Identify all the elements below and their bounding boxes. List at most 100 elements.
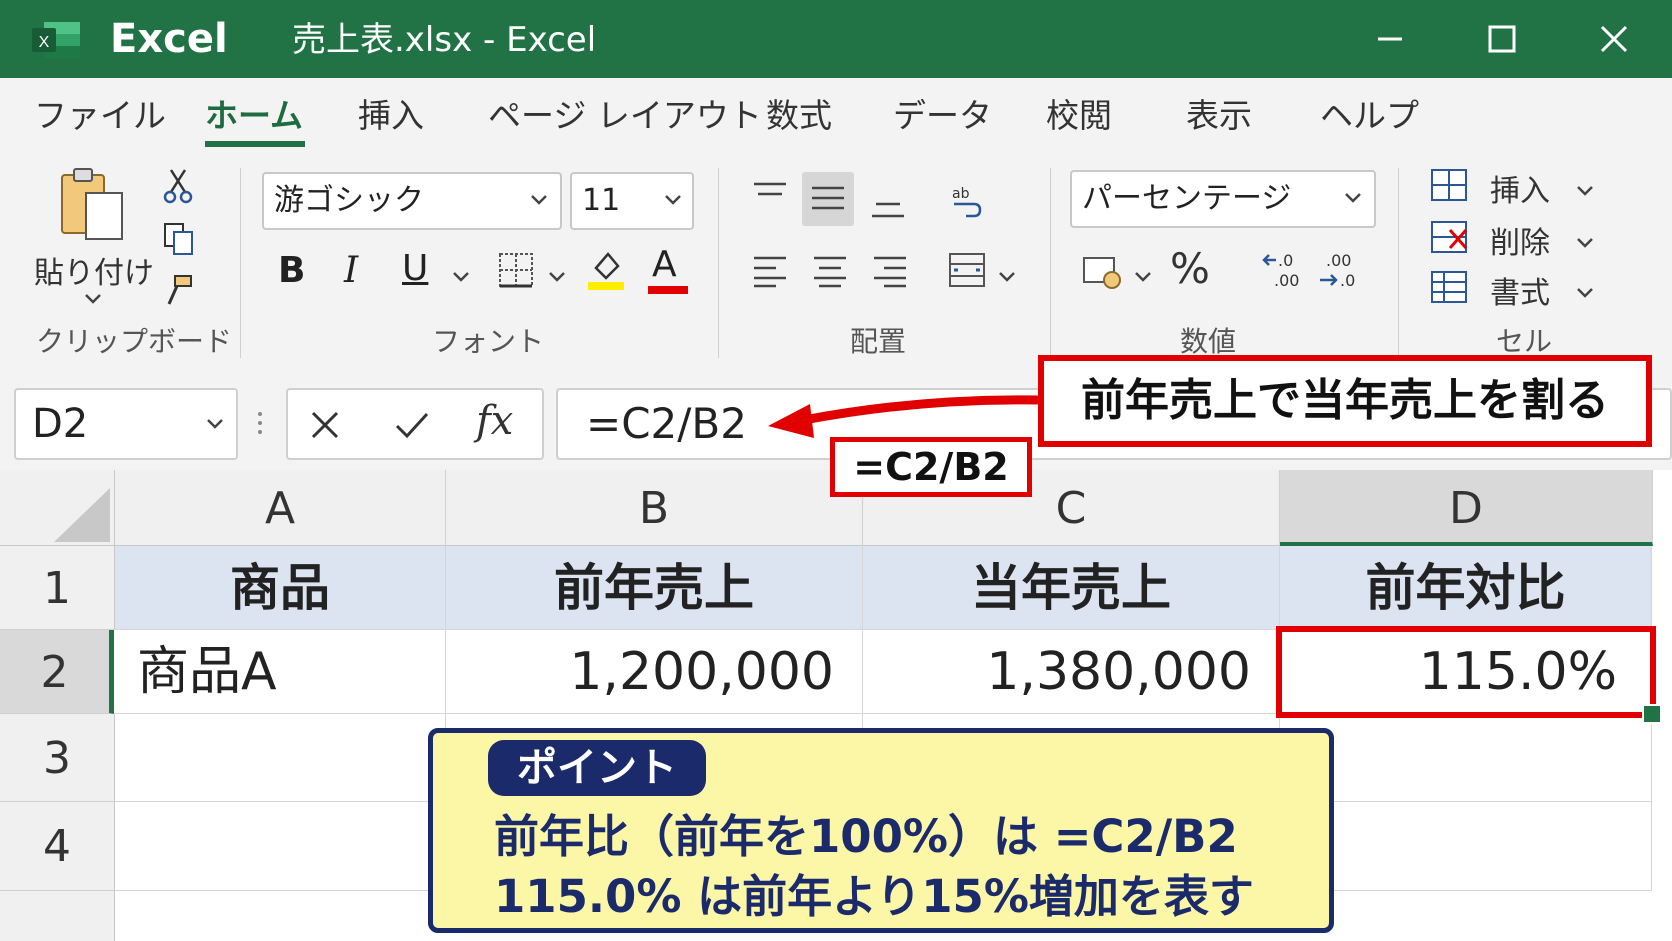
cut-icon[interactable] bbox=[163, 168, 193, 208]
insert-cells-label[interactable]: 挿入 bbox=[1490, 166, 1550, 210]
format-cells-label[interactable]: 書式 bbox=[1490, 268, 1550, 312]
align-bottom-icon[interactable] bbox=[870, 192, 906, 226]
align-middle-button[interactable] bbox=[802, 172, 854, 226]
row-header-4[interactable]: 4 bbox=[0, 802, 115, 891]
decrease-decimal-icon[interactable]: .00.0 bbox=[1318, 248, 1360, 296]
name-box[interactable]: D2 bbox=[14, 388, 238, 460]
insert-cells-icon[interactable] bbox=[1430, 166, 1470, 208]
copy-icon[interactable] bbox=[163, 222, 195, 260]
align-middle-icon bbox=[812, 186, 844, 210]
select-all-corner[interactable] bbox=[0, 470, 115, 546]
column-header-d[interactable]: D bbox=[1280, 470, 1653, 546]
selected-cell-highlight bbox=[1276, 626, 1656, 718]
cell-c1[interactable]: 当年売上 bbox=[863, 546, 1280, 630]
delete-cells-label[interactable]: 削除 bbox=[1490, 218, 1550, 262]
cell-a2[interactable]: 商品A bbox=[115, 630, 446, 714]
logo-letter: X bbox=[39, 34, 50, 51]
row-header-3[interactable]: 3 bbox=[0, 714, 115, 802]
cell-b1[interactable]: 前年売上 bbox=[446, 546, 863, 630]
minimize-button[interactable] bbox=[1350, 10, 1430, 68]
cell-d4[interactable] bbox=[1280, 802, 1652, 891]
tab-help[interactable]: ヘルプ bbox=[1320, 78, 1419, 150]
maximize-button[interactable] bbox=[1462, 10, 1542, 68]
align-top-icon[interactable] bbox=[752, 180, 788, 214]
tab-view[interactable]: 表示 bbox=[1186, 78, 1252, 150]
delete-cells-icon[interactable] bbox=[1430, 218, 1470, 260]
format-dropdown-chevron-icon[interactable] bbox=[1576, 284, 1594, 303]
borders-icon[interactable] bbox=[498, 252, 534, 292]
font-color-button[interactable]: A bbox=[652, 244, 677, 285]
svg-text:ab: ab bbox=[952, 186, 970, 202]
tab-data[interactable]: データ bbox=[893, 78, 992, 150]
confirm-entry-icon[interactable] bbox=[394, 410, 430, 440]
fill-color-icon[interactable] bbox=[586, 246, 626, 296]
borders-dropdown-chevron-icon[interactable] bbox=[548, 268, 566, 287]
merge-center-icon[interactable] bbox=[948, 252, 988, 292]
italic-button[interactable]: I bbox=[344, 250, 358, 291]
cell-a3[interactable] bbox=[115, 714, 446, 802]
font-color-swatch bbox=[648, 286, 688, 294]
point-line-1: 前年比（前年を100%）は =C2/B2 bbox=[494, 810, 1238, 863]
menu-bar: ファイル ホーム 挿入 ページ レイアウト 数式 データ 校閲 表示 ヘルプ bbox=[0, 78, 1672, 150]
document-title: 売上表.xlsx - Excel bbox=[292, 20, 597, 60]
point-line-2: 115.0% は前年より15%増加を表す bbox=[494, 870, 1254, 923]
svg-text:.00: .00 bbox=[1274, 271, 1299, 290]
close-button[interactable] bbox=[1574, 10, 1654, 68]
cell-d3[interactable] bbox=[1280, 714, 1652, 802]
cancel-entry-icon[interactable] bbox=[310, 410, 340, 440]
app-name: Excel bbox=[110, 16, 228, 62]
accounting-dropdown-chevron-icon[interactable] bbox=[1134, 268, 1152, 287]
font-size-dropdown[interactable]: 11 bbox=[570, 172, 694, 230]
merge-dropdown-chevron-icon[interactable] bbox=[998, 268, 1016, 287]
align-left-icon[interactable] bbox=[752, 254, 788, 292]
name-box-value: D2 bbox=[32, 401, 89, 447]
accounting-format-icon[interactable] bbox=[1082, 254, 1124, 294]
tab-formulas[interactable]: 数式 bbox=[766, 78, 832, 150]
align-right-icon[interactable] bbox=[872, 254, 908, 292]
fill-handle[interactable] bbox=[1642, 704, 1662, 724]
paste-label[interactable]: 貼り付け bbox=[34, 248, 154, 292]
formula-label: =C2/B2 bbox=[830, 437, 1032, 497]
delete-dropdown-chevron-icon[interactable] bbox=[1576, 234, 1594, 253]
tab-insert[interactable]: 挿入 bbox=[358, 78, 424, 150]
chevron-down-icon bbox=[665, 195, 681, 205]
chevron-down-icon bbox=[207, 419, 223, 429]
tab-home[interactable]: ホーム bbox=[205, 78, 303, 150]
font-name-value: 游ゴシック bbox=[274, 183, 424, 218]
tab-review[interactable]: 校閲 bbox=[1046, 78, 1112, 150]
cell-a1[interactable]: 商品 bbox=[115, 546, 446, 630]
font-name-dropdown[interactable]: 游ゴシック bbox=[262, 172, 562, 230]
underline-dropdown-chevron-icon[interactable] bbox=[452, 268, 470, 287]
tab-page-layout[interactable]: ページ レイアウト bbox=[488, 78, 762, 150]
chevron-down-icon bbox=[1345, 193, 1361, 203]
paste-dropdown-chevron-icon[interactable] bbox=[84, 290, 102, 309]
point-badge: ポイント bbox=[488, 740, 706, 796]
font-group-label: フォント bbox=[432, 325, 545, 358]
row-header-1[interactable]: 1 bbox=[0, 546, 115, 630]
wrap-text-icon[interactable]: ab bbox=[948, 182, 984, 222]
row-header-2[interactable]: 2 bbox=[0, 630, 114, 714]
group-divider bbox=[1398, 168, 1399, 358]
bold-button[interactable]: B bbox=[278, 250, 305, 291]
formula-bar-grip-icon[interactable] bbox=[256, 410, 264, 440]
align-center-icon[interactable] bbox=[812, 254, 848, 292]
underline-button[interactable]: U bbox=[402, 248, 428, 289]
cell-c2[interactable]: 1,380,000 bbox=[863, 630, 1280, 714]
tab-file[interactable]: ファイル bbox=[34, 78, 166, 150]
insert-dropdown-chevron-icon[interactable] bbox=[1576, 182, 1594, 201]
formula-buttons: fx bbox=[286, 388, 544, 460]
insert-function-button[interactable]: fx bbox=[476, 398, 513, 444]
row-header-5-partial[interactable] bbox=[0, 891, 115, 941]
format-painter-icon[interactable] bbox=[163, 274, 195, 312]
cell-a4[interactable] bbox=[115, 802, 446, 891]
group-divider bbox=[240, 168, 241, 358]
paste-icon[interactable] bbox=[58, 165, 130, 249]
percent-style-button[interactable]: % bbox=[1170, 244, 1210, 293]
column-header-b[interactable]: B bbox=[446, 470, 863, 546]
number-format-dropdown[interactable]: パーセンテージ bbox=[1070, 170, 1376, 228]
cell-d1[interactable]: 前年対比 bbox=[1280, 546, 1652, 630]
increase-decimal-icon[interactable]: .0.00 bbox=[1262, 248, 1304, 296]
column-header-a[interactable]: A bbox=[115, 470, 446, 546]
cell-b2[interactable]: 1,200,000 bbox=[446, 630, 863, 714]
format-cells-icon[interactable] bbox=[1430, 268, 1470, 310]
